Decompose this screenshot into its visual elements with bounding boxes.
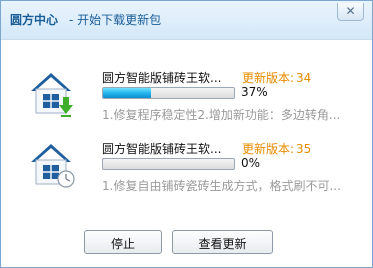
update-item-2: 圆方智能版铺砖王软... 更新版本: 35 0% 1.修复自由铺砖瓷砖生成方式，格… bbox=[1, 138, 372, 208]
window-subtitle: - 开始下载更新包 bbox=[69, 13, 162, 27]
update-dialog: 圆方中心 - 开始下载更新包 ✕ 圆方智能版铺砖王软... 更新版本: 34 37… bbox=[0, 0, 373, 268]
window-title: 圆方中心 bbox=[10, 13, 59, 27]
view-updates-button[interactable]: 查看更新 bbox=[172, 230, 273, 254]
version-number: 35 bbox=[296, 142, 312, 156]
update-version: 更新版本: 34 bbox=[242, 69, 362, 86]
progress-fill bbox=[103, 88, 152, 98]
version-label: 更新版本: bbox=[242, 142, 295, 156]
button-bar: 停止 查看更新 bbox=[1, 221, 372, 267]
progress-percent: 0% bbox=[241, 156, 261, 170]
close-icon: ✕ bbox=[345, 4, 356, 18]
progress-percent: 37% bbox=[241, 85, 268, 99]
title-bar[interactable]: 圆方中心 - 开始下载更新包 ✕ bbox=[1, 1, 372, 40]
update-item-1: 圆方智能版铺砖王软... 更新版本: 34 37% 1.修复程序稳定性2.增加新功… bbox=[1, 67, 372, 137]
version-label: 更新版本: bbox=[242, 71, 295, 85]
update-name: 圆方智能版铺砖王软... bbox=[102, 142, 222, 156]
house-clock-icon bbox=[31, 144, 75, 188]
version-number: 34 bbox=[296, 71, 312, 85]
progress-bar bbox=[102, 87, 235, 99]
close-button[interactable]: ✕ bbox=[337, 3, 364, 21]
update-name: 圆方智能版铺砖王软... bbox=[102, 71, 222, 85]
stop-button[interactable]: 停止 bbox=[84, 230, 162, 254]
progress-bar bbox=[102, 158, 235, 170]
update-description: 1.修复程序稳定性2.增加新功能：多边转角... bbox=[102, 108, 341, 122]
update-description: 1.修复自由铺砖瓷砖生成方式，格式刷不可... bbox=[102, 179, 341, 193]
house-download-icon bbox=[31, 73, 73, 117]
update-version: 更新版本: 35 bbox=[242, 140, 362, 157]
